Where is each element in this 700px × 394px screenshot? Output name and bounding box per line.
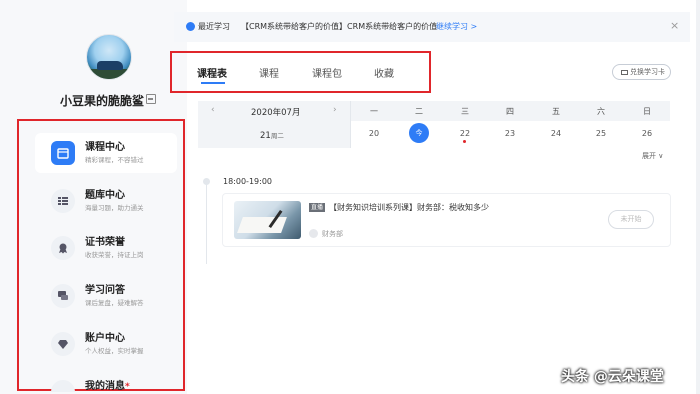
continue-learning-link[interactable]: 继续学习 >	[436, 21, 477, 32]
sidebar-item-label-wrap: 我的消息*	[85, 377, 130, 392]
sidebar-item-messages[interactable]: 我的消息*	[35, 372, 177, 392]
bell-icon	[51, 380, 75, 392]
user-avatar[interactable]	[86, 34, 132, 80]
calendar-date[interactable]: 22	[455, 129, 475, 138]
weekday-label: 日	[643, 107, 651, 116]
sidebar-item-subtitle: 海量习题，助力通关	[85, 204, 144, 212]
redeem-card-label: 兑换学习卡	[630, 68, 665, 76]
timeline-line	[206, 184, 207, 264]
chat-icon	[51, 284, 75, 308]
weekday-label: 二	[415, 107, 423, 116]
tab-favorites[interactable]: 收藏	[374, 65, 394, 80]
sidebar-item-label: 账户中心	[85, 333, 125, 344]
tab-schedule[interactable]: 课程表	[197, 65, 227, 80]
weekday-label: 三	[461, 107, 469, 116]
clock-icon	[186, 22, 195, 31]
sidebar-item-label: 课程中心	[85, 142, 125, 153]
sidebar-item-subtitle: 收获荣誉，持证上岗	[85, 251, 144, 259]
sidebar-item-qa[interactable]: 学习问答 课后复盘，疑难解答	[35, 276, 177, 316]
scrollbar-track	[696, 0, 700, 394]
sidebar-item-label: 题库中心	[85, 190, 125, 201]
sidebar-item-label: 学习问答	[85, 285, 125, 296]
teacher-avatar	[309, 229, 318, 238]
weekday-label: 一	[370, 107, 378, 116]
weekday-label: 五	[552, 107, 560, 116]
weekday-label: 六	[597, 107, 605, 116]
teacher-name: 财务部	[322, 230, 343, 238]
sidebar-item-subtitle: 课后复盘，疑难解答	[85, 299, 144, 307]
tab-courses[interactable]: 课程	[259, 65, 279, 80]
recent-study-bar: 最近学习 【CRM系统带给客户的价值】CRM系统带给客户的价值 继续学习 > ×	[174, 12, 690, 42]
diamond-icon	[51, 332, 75, 356]
watermark: 头条 @云朵课堂	[561, 369, 664, 385]
sidebar-item-subtitle: 个人权益，实时掌握	[85, 347, 144, 355]
list-icon	[51, 189, 75, 213]
course-status-button[interactable]: 未开始	[608, 210, 654, 229]
sidebar-item-question-bank[interactable]: 题库中心 海量习题，助力通关	[35, 181, 177, 221]
username: 小豆果的脆脆鲨	[60, 94, 145, 108]
today-day: 21	[260, 131, 271, 141]
sidebar-item-certificates[interactable]: 证书荣誉 收获荣誉，持证上岗	[35, 228, 177, 268]
weekday-label: 四	[506, 107, 514, 116]
live-badge: 直播	[309, 203, 326, 212]
sidebar-item-label: 证书荣誉	[85, 237, 125, 248]
sidebar-item-label: 我的消息	[85, 381, 125, 392]
session-time: 18:00-19:00	[223, 177, 272, 186]
sidebar-item-account[interactable]: 账户中心 个人权益，实时掌握	[35, 324, 177, 364]
redeem-card-button[interactable]: 兑换学习卡	[612, 64, 671, 80]
unread-dot: *	[125, 382, 130, 392]
expand-calendar-button[interactable]: 展开 ∨	[642, 151, 663, 161]
certificate-icon	[51, 236, 75, 260]
calendar-month: 2020年07月	[251, 108, 301, 118]
chevron-right-icon[interactable]: ›	[333, 105, 337, 115]
course-thumbnail[interactable]	[234, 201, 301, 239]
event-dot	[463, 140, 466, 143]
calendar-date[interactable]: 23	[500, 129, 520, 138]
chevron-left-icon[interactable]: ‹	[211, 105, 215, 115]
sidebar-item-subtitle: 精彩课程，不容错过	[85, 156, 144, 164]
active-tab-indicator	[201, 82, 225, 84]
calendar-date-today[interactable]: 今	[409, 123, 429, 143]
timeline-dot	[203, 178, 210, 185]
today-weekday: 周二	[270, 132, 284, 140]
calendar-date[interactable]: 25	[591, 129, 611, 138]
sidebar-item-course-center[interactable]: 课程中心 精彩课程，不容错过	[35, 133, 177, 173]
recent-course-title[interactable]: 【CRM系统带给客户的价值】CRM系统带给客户的价值	[241, 21, 437, 32]
recent-study-label: 最近学习	[198, 22, 230, 31]
tab-course-packages[interactable]: 课程包	[312, 65, 342, 80]
calendar-date[interactable]: 20	[364, 129, 384, 138]
card-icon	[621, 69, 628, 75]
calendar-date[interactable]: 24	[546, 129, 566, 138]
close-icon[interactable]: ×	[670, 19, 679, 32]
calendar-today: 21周二	[260, 130, 284, 141]
calendar-icon	[51, 141, 75, 165]
course-title[interactable]: 【财务知识培训系列课】财务部：税收知多少	[329, 202, 489, 213]
profile-card-icon[interactable]	[146, 94, 156, 104]
calendar-date[interactable]: 26	[637, 129, 657, 138]
calendar-divider	[350, 101, 351, 148]
